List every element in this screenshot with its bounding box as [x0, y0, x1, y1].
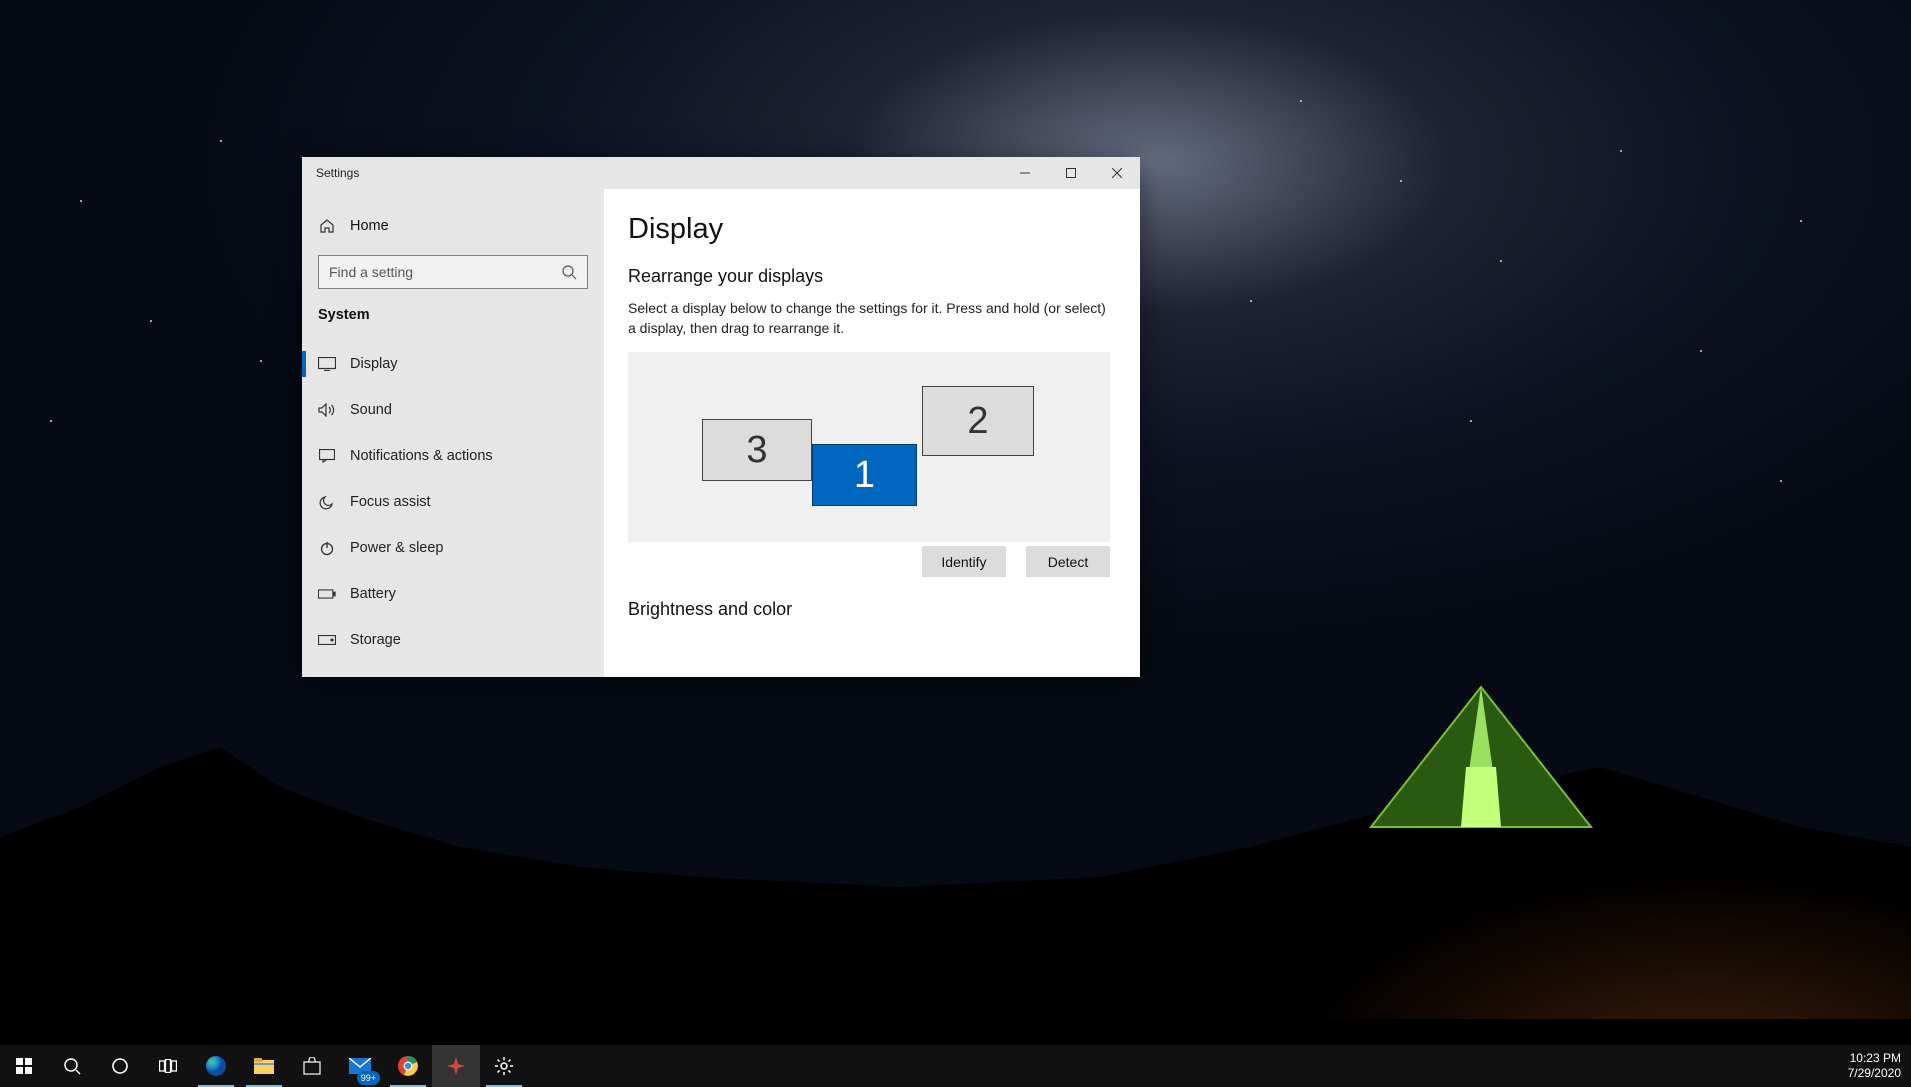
- taskbar-search-button[interactable]: [48, 1045, 96, 1087]
- taskbar-app-settings[interactable]: [480, 1045, 528, 1087]
- rearrange-section-title: Rearrange your displays: [628, 266, 1110, 287]
- close-button[interactable]: [1094, 157, 1140, 189]
- sidebar-item-display[interactable]: Display: [302, 341, 604, 387]
- sound-icon: [318, 401, 336, 419]
- sidebar-home-label: Home: [350, 218, 389, 234]
- power-icon: [318, 539, 336, 557]
- page-title: Display: [628, 213, 1110, 246]
- sidebar: Home Find a setting System Display Sound N…: [302, 189, 604, 677]
- storage-icon: [318, 631, 336, 649]
- task-view-button[interactable]: [144, 1045, 192, 1087]
- minimize-button[interactable]: [1002, 157, 1048, 189]
- sidebar-item-label: Notifications & actions: [350, 448, 493, 464]
- titlebar[interactable]: Settings: [302, 157, 1140, 189]
- sidebar-item-label: Display: [350, 356, 398, 372]
- battery-icon: [318, 585, 336, 603]
- search-icon: [561, 264, 577, 280]
- sidebar-item-label: Storage: [350, 632, 401, 648]
- display-icon: [318, 355, 336, 373]
- sidebar-item-notifications-actions[interactable]: Notifications & actions: [302, 433, 604, 479]
- taskbar-app-store[interactable]: [288, 1045, 336, 1087]
- content-area: Display Rearrange your displays Select a…: [604, 189, 1140, 677]
- monitor-1[interactable]: 1: [812, 444, 917, 506]
- clock-time: 10:23 PM: [1850, 1051, 1901, 1066]
- clock-date: 7/29/2020: [1848, 1066, 1901, 1081]
- sidebar-item-label: Sound: [350, 402, 392, 418]
- window-title: Settings: [316, 166, 359, 180]
- maximize-button[interactable]: [1048, 157, 1094, 189]
- rearrange-description: Select a display below to change the set…: [628, 299, 1110, 338]
- sidebar-item-storage[interactable]: Storage: [302, 617, 604, 663]
- sidebar-item-battery[interactable]: Battery: [302, 571, 604, 617]
- focus-icon: [318, 493, 336, 511]
- taskbar-app-chrome[interactable]: [384, 1045, 432, 1087]
- home-icon: [318, 217, 336, 235]
- sidebar-section: System: [302, 299, 604, 341]
- search-placeholder: Find a setting: [329, 264, 413, 280]
- display-arrangement-area[interactable]: 312: [628, 352, 1110, 542]
- taskbar-app-mail[interactable]: 99+: [336, 1045, 384, 1087]
- settings-window: Settings Home: [302, 157, 1140, 677]
- start-button[interactable]: [0, 1045, 48, 1087]
- sidebar-item-sound[interactable]: Sound: [302, 387, 604, 433]
- notifications-icon: [318, 447, 336, 465]
- identify-button[interactable]: Identify: [922, 546, 1006, 577]
- taskbar-app-edge[interactable]: [192, 1045, 240, 1087]
- taskbar-app-file-explorer[interactable]: [240, 1045, 288, 1087]
- mail-badge: 99+: [357, 1071, 380, 1085]
- sidebar-item-label: Power & sleep: [350, 540, 444, 556]
- taskbar-app-unknown[interactable]: [432, 1045, 480, 1087]
- monitor-3[interactable]: 3: [702, 419, 812, 481]
- sidebar-item-focus-assist[interactable]: Focus assist: [302, 479, 604, 525]
- sidebar-item-label: Battery: [350, 586, 396, 602]
- sidebar-item-label: Focus assist: [350, 494, 431, 510]
- brightness-section-title: Brightness and color: [628, 599, 1110, 620]
- sidebar-home[interactable]: Home: [302, 209, 604, 243]
- monitor-2[interactable]: 2: [922, 386, 1034, 456]
- taskbar: 99+ 10:23 PM 7/29/2020: [0, 1045, 1911, 1087]
- desktop-letterbox: [0, 1019, 1911, 1045]
- cortana-button[interactable]: [96, 1045, 144, 1087]
- detect-button[interactable]: Detect: [1026, 546, 1110, 577]
- search-input[interactable]: Find a setting: [318, 255, 588, 289]
- sidebar-item-power-sleep[interactable]: Power & sleep: [302, 525, 604, 571]
- system-tray-clock[interactable]: 10:23 PM 7/29/2020: [1832, 1045, 1911, 1087]
